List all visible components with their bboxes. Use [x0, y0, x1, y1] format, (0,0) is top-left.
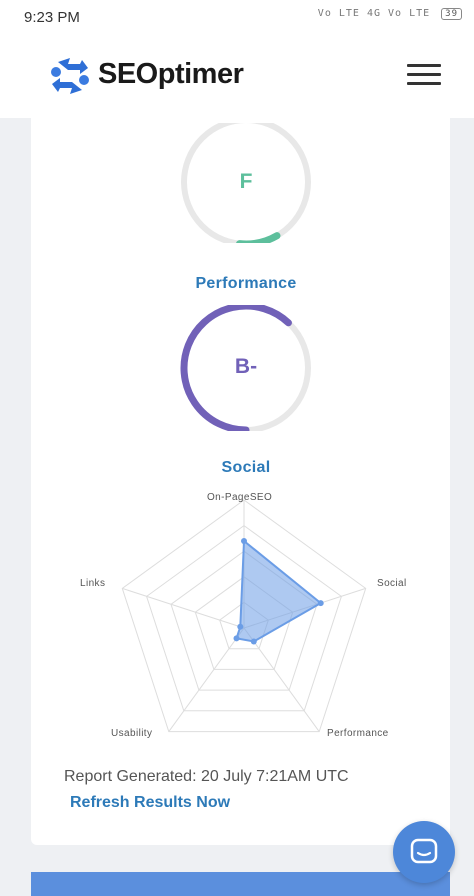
chat-button[interactable] — [393, 821, 455, 883]
radar-label-social: Social — [377, 578, 407, 589]
bottom-action-bar[interactable] — [31, 872, 450, 896]
radar-point-on-page-seo — [241, 538, 247, 544]
radar-label-on-page-seo: On-PageSEO — [207, 492, 273, 503]
radar-chart — [121, 499, 367, 733]
radar-label-usability: Usability — [111, 728, 153, 739]
chat-bubble-icon — [410, 838, 438, 864]
radar-spoke — [122, 587, 245, 629]
radar-label-performance: Performance — [327, 728, 389, 739]
radar-point-usability — [233, 635, 240, 642]
radar-point-social — [317, 600, 324, 607]
report-generated-text: Report Generated: 20 July 7:21AM UTC — [64, 768, 349, 785]
radar-label-links: Links — [80, 578, 106, 589]
refresh-results-link[interactable]: Refresh Results Now — [70, 794, 230, 812]
radar-point-performance — [250, 638, 257, 645]
radar-point-links — [237, 623, 244, 630]
radar-spoke — [168, 627, 245, 732]
radar-data-area — [235, 538, 323, 643]
